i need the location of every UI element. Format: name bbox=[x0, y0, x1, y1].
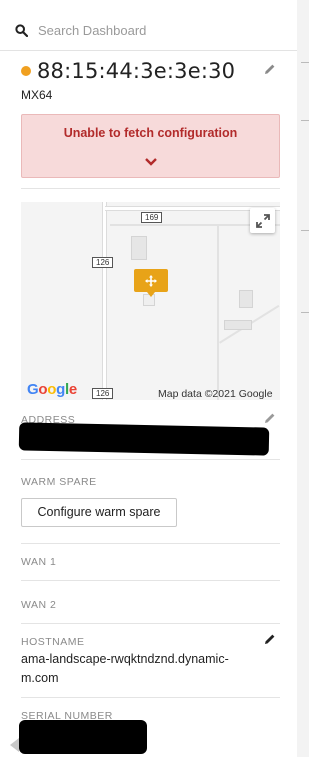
divider bbox=[21, 188, 280, 189]
configure-warm-spare-button[interactable]: Configure warm spare bbox=[21, 498, 177, 527]
pencil-icon[interactable] bbox=[264, 633, 276, 645]
background-page-edge bbox=[296, 0, 309, 757]
map-building bbox=[131, 236, 147, 260]
device-name: 88:15:44:3e:3e:30 bbox=[37, 59, 236, 83]
google-logo: Google bbox=[27, 381, 77, 398]
fullscreen-button[interactable] bbox=[250, 208, 275, 233]
divider bbox=[21, 697, 280, 698]
device-model: MX64 bbox=[21, 88, 53, 102]
location-map[interactable]: 169 126 126 Google Map data ©2021 Google bbox=[21, 202, 280, 400]
hostname-line-2: m.com bbox=[21, 671, 59, 685]
redacted-address bbox=[18, 422, 270, 456]
divider bbox=[21, 459, 280, 460]
route-shield: 169 bbox=[141, 212, 163, 223]
device-pin-icon[interactable] bbox=[134, 269, 168, 297]
hostname-line-1: ama-landscape-rwqktndznd.dynamic- bbox=[21, 652, 229, 666]
warm-spare-label: WARM SPARE bbox=[21, 476, 97, 488]
alert-message: Unable to fetch configuration bbox=[63, 126, 238, 140]
route-shield: 126 bbox=[92, 388, 114, 399]
chevron-down-icon[interactable] bbox=[144, 157, 158, 167]
redacted-serial-number bbox=[19, 720, 147, 754]
move-arrows-icon bbox=[145, 274, 157, 287]
status-dot bbox=[21, 66, 31, 76]
search-input[interactable] bbox=[38, 22, 268, 38]
map-road bbox=[217, 224, 219, 400]
fullscreen-icon bbox=[255, 213, 270, 228]
divider bbox=[21, 580, 280, 581]
map-building bbox=[224, 320, 252, 330]
map-road bbox=[102, 202, 107, 400]
config-error-alert[interactable]: Unable to fetch configuration bbox=[21, 114, 280, 178]
search-bar[interactable] bbox=[0, 10, 297, 51]
wan1-label: WAN 1 bbox=[21, 556, 57, 568]
search-icon bbox=[15, 23, 28, 37]
divider bbox=[21, 543, 280, 544]
wan2-label: WAN 2 bbox=[21, 599, 57, 611]
device-details-panel: 88:15:44:3e:3e:30 MX64 Unable to fetch c… bbox=[0, 0, 297, 757]
map-attribution[interactable]: Map data ©2021 Google bbox=[158, 388, 273, 400]
pencil-icon[interactable] bbox=[264, 412, 276, 424]
device-header: 88:15:44:3e:3e:30 bbox=[21, 58, 283, 84]
hostname-label: HOSTNAME bbox=[21, 636, 85, 648]
map-building bbox=[239, 290, 253, 308]
google-logo-text: Google bbox=[27, 381, 77, 398]
divider bbox=[21, 623, 280, 624]
route-shield: 126 bbox=[92, 257, 114, 268]
pencil-icon[interactable] bbox=[264, 63, 276, 75]
scroll-back-icon[interactable] bbox=[10, 738, 19, 752]
